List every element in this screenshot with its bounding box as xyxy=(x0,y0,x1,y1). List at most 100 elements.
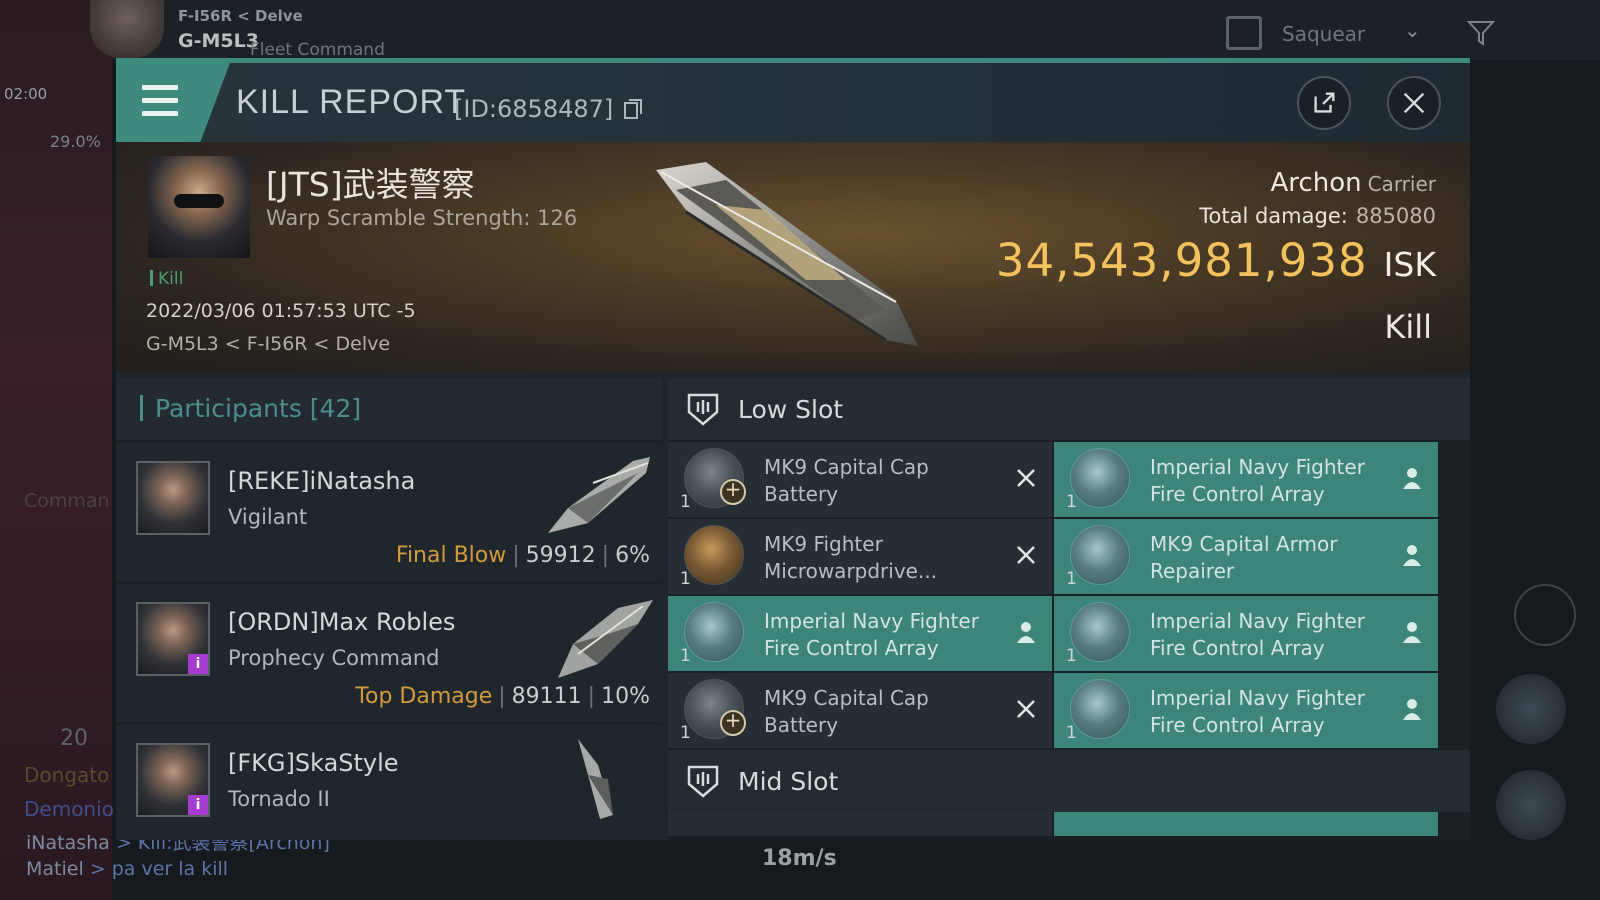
hud-select-label[interactable]: Saquear xyxy=(1282,22,1365,46)
chat-sender: Matiel xyxy=(26,858,84,880)
participant-ship: Vigilant xyxy=(228,505,308,529)
fighter-icon xyxy=(684,602,744,662)
participant-percent: 6% xyxy=(615,543,650,568)
hamburger-icon xyxy=(142,85,178,124)
filter-icon[interactable] xyxy=(1466,18,1496,48)
hud-fleet-command: Fleet Command xyxy=(250,40,385,60)
participant-damage: 89111 xyxy=(511,684,582,709)
share-icon xyxy=(1314,92,1335,113)
participant-ship: Tornado II xyxy=(228,787,330,811)
module-button[interactable] xyxy=(1496,674,1566,744)
microwarpdrive-icon xyxy=(684,525,744,585)
participant-name: [ORDN]Max Robles xyxy=(228,608,456,636)
mid-slot-grid xyxy=(668,812,1470,836)
module-quantity: 1 xyxy=(1066,646,1077,666)
final-blow-tag: Final Blow xyxy=(395,543,507,568)
hud-location-system: G-M5L3 xyxy=(178,30,259,52)
module-slot[interactable]: 1 Imperial Navy Fighter Fire Control Arr… xyxy=(668,596,1052,671)
participant-ship: Prophecy Command xyxy=(228,646,440,670)
participant-percent: 10% xyxy=(601,684,650,709)
module-name: Imperial Navy Fighter Fire Control Array xyxy=(1150,686,1365,737)
share-button[interactable] xyxy=(1297,76,1351,130)
hud-location-small: F-I56R < Delve xyxy=(178,7,303,25)
dropped-person-icon xyxy=(1403,699,1421,720)
hud-speed: 18m/s xyxy=(762,846,837,871)
low-slot-label: Low Slot xyxy=(738,395,844,424)
module-slot[interactable] xyxy=(668,812,1052,836)
hud-local-count: 20 xyxy=(60,726,88,751)
kill-id: [ID:6858487] xyxy=(454,95,614,123)
low-slot-icon xyxy=(687,393,719,426)
swap-icon[interactable] xyxy=(1514,584,1576,646)
info-badge-icon: i xyxy=(188,654,208,674)
module-name: MK9 Capital Cap Battery xyxy=(764,455,929,506)
top-damage-tag: Top Damage xyxy=(355,684,493,709)
module-name: Imperial Navy Fighter Fire Control Array xyxy=(1150,455,1365,506)
chat-sender: Dongato xyxy=(24,763,110,787)
avatar[interactable]: i xyxy=(136,743,210,817)
kill-report-modal: KILL REPORT [ID:6858487] [JTS]武装警察 Warp … xyxy=(116,58,1470,840)
kill-tag: Kill xyxy=(150,269,183,289)
destroyed-x-icon xyxy=(1017,469,1035,487)
module-slot[interactable]: 1 Imperial Navy Fighter Fire Control Arr… xyxy=(1054,442,1438,517)
kill-status: Kill xyxy=(1384,308,1432,346)
page-title: KILL REPORT xyxy=(236,83,467,121)
victim-avatar[interactable] xyxy=(148,156,250,258)
module-slot[interactable]: 1 Imperial Navy Fighter Fire Control Arr… xyxy=(1054,673,1438,748)
module-quantity: 1 xyxy=(680,723,691,743)
chevron-down-icon[interactable]: ⌄ xyxy=(1404,18,1421,42)
modal-header: KILL REPORT [ID:6858487] xyxy=(116,63,1470,142)
ship-type: Archon Carrier xyxy=(1271,168,1436,198)
module-name: Imperial Navy Fighter Fire Control Array xyxy=(1150,609,1365,660)
module-button[interactable] xyxy=(1496,770,1566,840)
module-name: MK9 Capital Armor Repairer xyxy=(1150,532,1338,583)
ship-name[interactable]: Archon xyxy=(1271,168,1362,198)
low-slot-heading: Low Slot xyxy=(668,378,1470,440)
avatar[interactable] xyxy=(136,461,210,535)
avatar[interactable]: i xyxy=(136,602,210,676)
module-quantity: 1 xyxy=(680,492,691,512)
participant-stats: Top Damage | 89111 | 10% xyxy=(355,684,650,709)
module-quantity: 1 xyxy=(680,646,691,666)
close-icon xyxy=(1403,92,1425,114)
chat-message: > pa ver la kill xyxy=(83,858,229,880)
chat-sender: Demonio xyxy=(24,797,114,821)
module-slot[interactable]: 1 MK9 Capital Cap Battery xyxy=(668,673,1052,748)
stat-separator: | xyxy=(587,684,596,709)
victim-name[interactable]: [JTS]武装警察 xyxy=(266,158,475,206)
module-slot[interactable]: 1 Imperial Navy Fighter Fire Control Arr… xyxy=(1054,596,1438,671)
module-slot[interactable]: 1 MK9 Fighter Microwarpdrive... xyxy=(668,519,1052,594)
hud-clock: 02:00 xyxy=(4,85,48,103)
stat-separator: | xyxy=(512,543,520,568)
fitting-panel: Low Slot 1 MK9 Capital Cap Battery 1 Imp… xyxy=(668,378,1470,840)
fighter-icon xyxy=(1070,448,1130,508)
module-slot[interactable]: 1 MK9 Capital Cap Battery xyxy=(668,442,1052,517)
tornado-ship-image xyxy=(578,739,613,819)
select-all-checkbox[interactable] xyxy=(1226,16,1262,50)
module-name: Imperial Navy Fighter Fire Control Array xyxy=(764,609,979,660)
vigilant-ship-image xyxy=(548,457,650,533)
low-slot-grid: 1 MK9 Capital Cap Battery 1 Imperial Nav… xyxy=(668,440,1470,750)
armor-repairer-icon xyxy=(1070,525,1130,585)
total-damage-value: 885080 xyxy=(1355,204,1436,228)
copy-icon[interactable] xyxy=(624,99,642,119)
menu-button[interactable] xyxy=(116,63,230,142)
chat-line[interactable]: Matiel > pa ver la kill xyxy=(26,858,228,880)
participant-row[interactable]: i [ORDN]Max Robles Prophecy Command Top … xyxy=(116,584,662,722)
battery-icon xyxy=(684,448,746,508)
fighter-icon xyxy=(1070,602,1130,662)
fighter-icon xyxy=(1070,679,1130,739)
module-slot[interactable] xyxy=(1054,812,1438,836)
chat-line: Demonio xyxy=(24,797,114,821)
participant-row[interactable]: i [FKG]SkaStyle Tornado II xyxy=(116,725,662,840)
isk-unit: ISK xyxy=(1383,245,1436,284)
close-button[interactable] xyxy=(1387,76,1441,130)
prophecy-ship-image xyxy=(558,600,653,678)
destroyed-x-icon xyxy=(1017,546,1035,564)
pilot-avatar[interactable] xyxy=(90,0,164,58)
module-slot[interactable]: 1 MK9 Capital Armor Repairer xyxy=(1054,519,1438,594)
participant-row[interactable]: [REKE]iNatasha Vigilant Final Blow | 59912… xyxy=(116,443,662,581)
kill-location: G-M5L3 < F-I56R < Delve xyxy=(146,333,391,355)
isk-value: 34,543,981,938 xyxy=(995,234,1368,287)
participant-stats: Final Blow | 59912 | 6% xyxy=(396,543,650,568)
